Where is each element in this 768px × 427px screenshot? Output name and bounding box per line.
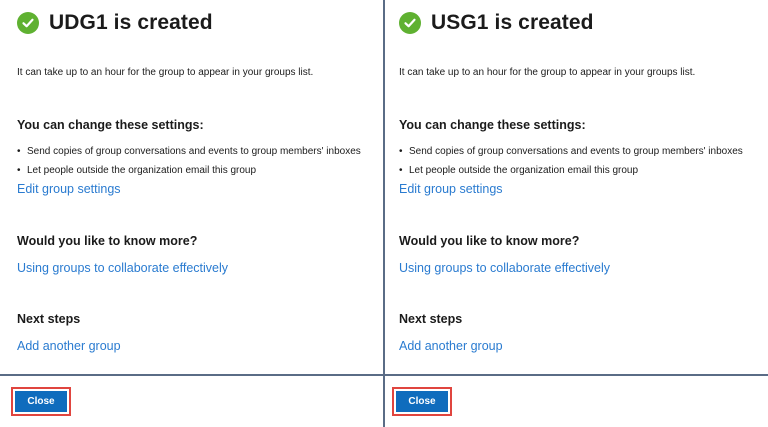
check-circle-icon xyxy=(399,12,421,34)
panel-header: UDG1 is created xyxy=(17,11,213,35)
info-text: It can take up to an hour for the group … xyxy=(399,67,696,78)
add-another-group-link[interactable]: Add another group xyxy=(17,339,121,353)
using-groups-link[interactable]: Using groups to collaborate effectively xyxy=(17,261,228,275)
settings-list: • Send copies of group conversations and … xyxy=(399,142,743,180)
footer-divider xyxy=(385,374,768,376)
more-heading: Would you like to know more? xyxy=(399,234,580,248)
settings-list: • Send copies of group conversations and … xyxy=(17,142,361,180)
footer-divider xyxy=(0,374,383,376)
panel-usg1: USG1 is created It can take up to an hou… xyxy=(383,0,768,427)
info-text: It can take up to an hour for the group … xyxy=(17,67,314,78)
page-title: USG1 is created xyxy=(431,11,594,34)
more-heading: Would you like to know more? xyxy=(17,234,198,248)
close-button-highlight: Close xyxy=(11,387,71,416)
edit-group-settings-link[interactable]: Edit group settings xyxy=(17,182,121,196)
edit-group-settings-link[interactable]: Edit group settings xyxy=(399,182,503,196)
list-item: • Send copies of group conversations and … xyxy=(17,146,361,157)
settings-heading: You can change these settings: xyxy=(17,118,204,132)
next-steps-heading: Next steps xyxy=(17,312,81,326)
panel-udg1: UDG1 is created It can take up to an hou… xyxy=(0,0,383,427)
check-circle-icon xyxy=(17,12,39,34)
using-groups-link[interactable]: Using groups to collaborate effectively xyxy=(399,261,610,275)
close-button-highlight: Close xyxy=(392,387,452,416)
add-another-group-link[interactable]: Add another group xyxy=(399,339,503,353)
close-button[interactable]: Close xyxy=(396,391,448,412)
panel-header: USG1 is created xyxy=(399,11,594,35)
next-steps-heading: Next steps xyxy=(399,312,463,326)
page-title: UDG1 is created xyxy=(49,11,213,34)
list-item: • Send copies of group conversations and … xyxy=(399,146,743,157)
close-button[interactable]: Close xyxy=(15,391,67,412)
list-item: • Let people outside the organization ema… xyxy=(399,165,639,176)
list-item: • Let people outside the organization ema… xyxy=(17,165,257,176)
settings-heading: You can change these settings: xyxy=(399,118,586,132)
